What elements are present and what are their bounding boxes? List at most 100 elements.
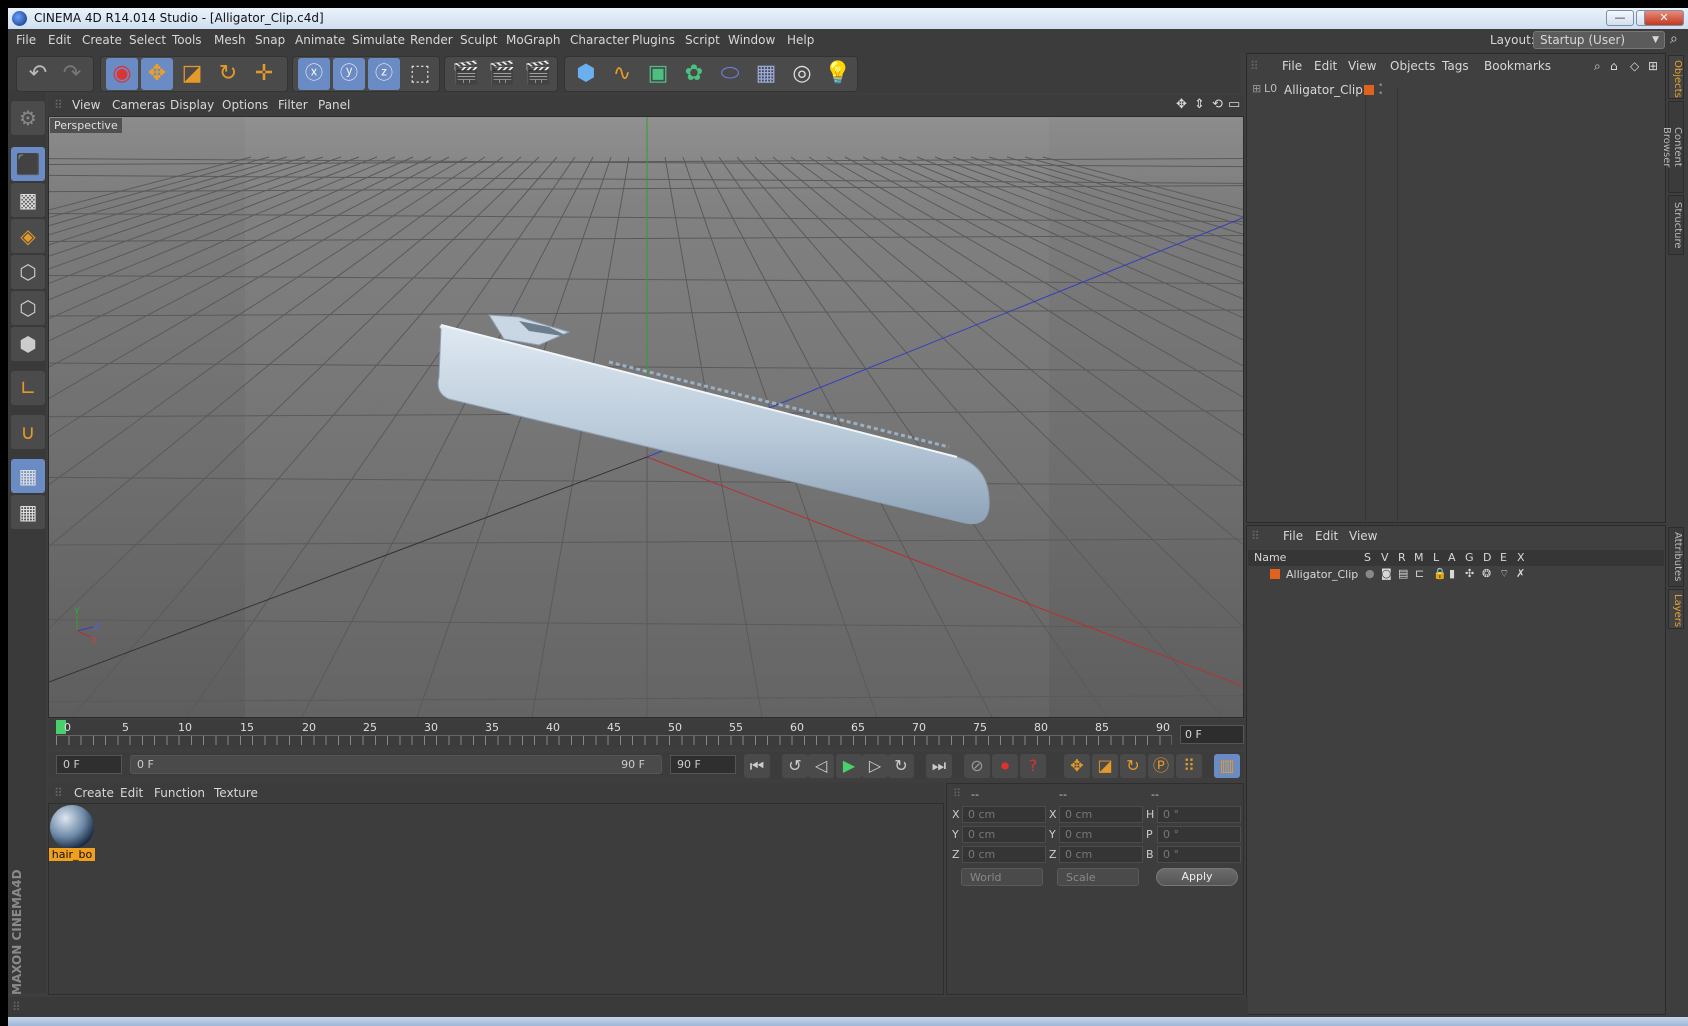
size-mode-select[interactable]: Scale: [1057, 868, 1139, 886]
obj-menu-tags[interactable]: Tags: [1442, 59, 1469, 73]
edges-mode-icon[interactable]: ⬡: [11, 291, 45, 325]
menu-file[interactable]: File: [16, 33, 36, 47]
menu-edit[interactable]: Edit: [48, 33, 71, 47]
record-active-icon[interactable]: ⏺: [992, 754, 1018, 778]
pos-x-field[interactable]: 0 cm: [962, 806, 1046, 823]
material-name[interactable]: hair_bo: [49, 848, 95, 861]
column-manager[interactable]: M: [1414, 551, 1424, 564]
animation-toggle-icon[interactable]: ▮: [1449, 567, 1455, 580]
tab-attributes[interactable]: Attributes: [1668, 527, 1684, 587]
lock-toggle-icon[interactable]: 🔒: [1433, 567, 1447, 580]
deformer-toggle-icon[interactable]: ❂: [1482, 567, 1491, 580]
model-mode-icon[interactable]: ⬛: [11, 147, 45, 181]
rot-h-field[interactable]: 0 °: [1157, 806, 1241, 823]
generator-toggle-icon[interactable]: ✣: [1465, 567, 1474, 580]
menu-mograph[interactable]: MoGraph: [506, 33, 561, 47]
start-frame-field[interactable]: 0 F: [56, 755, 122, 774]
size-y-field[interactable]: 0 cm: [1059, 826, 1143, 843]
collapse-icon[interactable]: ◇: [1630, 59, 1639, 73]
close-button[interactable]: ✕: [1644, 10, 1684, 26]
column-solo[interactable]: S: [1364, 551, 1371, 564]
deformer-icon[interactable]: ⬭: [714, 58, 746, 90]
material-manager-area[interactable]: [48, 803, 944, 995]
menu-plugins[interactable]: Plugins: [632, 33, 675, 47]
vp-menu-view[interactable]: View: [72, 98, 100, 112]
tab-objects[interactable]: Objects: [1668, 55, 1684, 99]
redo-icon[interactable]: ↷: [56, 58, 88, 90]
column-animation[interactable]: A: [1448, 551, 1456, 564]
record-settings-icon[interactable]: ⊘: [964, 754, 990, 778]
new-window-icon[interactable]: ⊞: [1648, 59, 1658, 73]
rot-b-field[interactable]: 0 °: [1157, 846, 1241, 863]
make-editable-icon[interactable]: ⚙: [11, 101, 45, 135]
live-selection-icon[interactable]: ◉: [106, 58, 138, 90]
column-locked[interactable]: L: [1433, 551, 1439, 564]
undo-icon[interactable]: ↶: [22, 58, 54, 90]
cinema4d-app-icon[interactable]: [12, 11, 27, 26]
layer-color-swatch[interactable]: [1364, 85, 1374, 95]
menu-mesh[interactable]: Mesh: [214, 33, 246, 47]
pos-z-field[interactable]: 0 cm: [962, 846, 1046, 863]
obj-menu-file[interactable]: File: [1282, 59, 1302, 73]
recent-tool-icon[interactable]: ✛: [248, 58, 280, 90]
vp-menu-cameras[interactable]: Cameras: [112, 98, 165, 112]
grip-icon[interactable]: ⠿: [54, 98, 63, 112]
obj-menu-edit[interactable]: Edit: [1314, 59, 1337, 73]
go-to-end-icon[interactable]: ⏭: [926, 754, 952, 778]
y-axis-lock-icon[interactable]: ⓨ: [333, 58, 365, 90]
mat-menu-edit[interactable]: Edit: [120, 786, 143, 800]
light-icon[interactable]: 💡: [822, 58, 854, 90]
menu-snap[interactable]: Snap: [255, 33, 285, 47]
planar-workplane-icon[interactable]: ▦: [11, 495, 45, 529]
layer-row[interactable]: Alligator_Clip ● ◙ ▤ ⊏ 🔒 ▮ ✣ ❂ ⌔ ✗: [1248, 567, 1664, 583]
go-to-start-icon[interactable]: ⏮: [744, 754, 770, 778]
layer-color-swatch[interactable]: [1270, 569, 1280, 579]
workplane-mode-icon[interactable]: ◈: [11, 219, 45, 253]
object-name[interactable]: Alligator_Clip: [1284, 83, 1404, 97]
scale-tool-icon[interactable]: ◪: [176, 58, 208, 90]
rot-p-field[interactable]: 0 °: [1157, 826, 1241, 843]
autokey-icon[interactable]: ?: [1020, 754, 1046, 778]
vp-menu-panel[interactable]: Panel: [318, 98, 350, 112]
grip-icon[interactable]: ⠿: [54, 786, 63, 800]
step-back-icon[interactable]: ◁: [808, 754, 834, 778]
render-picture-viewer-icon[interactable]: 🎬: [486, 58, 518, 90]
minimize-button[interactable]: —: [1606, 10, 1634, 26]
size-x-field[interactable]: 0 cm: [1059, 806, 1143, 823]
frame-range-slider[interactable]: 0 F 90 F: [130, 755, 662, 774]
tab-content-browser[interactable]: Content Browser: [1661, 101, 1684, 193]
magnet-icon[interactable]: ∪: [11, 415, 45, 449]
workplane-lock-icon[interactable]: ▦: [11, 459, 45, 493]
menu-animate[interactable]: Animate: [295, 33, 345, 47]
vp-menu-display[interactable]: Display: [170, 98, 214, 112]
column-expressions[interactable]: E: [1500, 551, 1507, 564]
expression-toggle-icon[interactable]: ⌔: [1499, 567, 1509, 581]
menu-tools[interactable]: Tools: [172, 33, 202, 47]
pos-y-field[interactable]: 0 cm: [962, 826, 1046, 843]
search-icon[interactable]: ⌕: [1594, 59, 1601, 74]
obj-menu-bookmarks[interactable]: Bookmarks: [1484, 59, 1551, 73]
obj-menu-view[interactable]: View: [1348, 59, 1376, 73]
column-generators[interactable]: G: [1465, 551, 1474, 564]
view-toggle-icon[interactable]: ◙: [1381, 567, 1392, 580]
coordinate-system-icon[interactable]: ⬚: [404, 58, 436, 90]
mat-menu-create[interactable]: Create: [74, 786, 114, 800]
search-icon[interactable]: ⌕: [1670, 31, 1678, 47]
expand-icon[interactable]: ⊞: [1252, 82, 1261, 95]
menu-character[interactable]: Character: [570, 33, 629, 47]
column-xref[interactable]: X: [1517, 551, 1525, 564]
menu-help[interactable]: Help: [787, 33, 814, 47]
mat-menu-texture[interactable]: Texture: [214, 786, 258, 800]
tab-layers[interactable]: Layers: [1668, 589, 1684, 629]
column-name[interactable]: Name: [1254, 551, 1286, 564]
floor-icon[interactable]: ▦: [750, 58, 782, 90]
key-parameter-icon[interactable]: Ⓟ: [1148, 754, 1174, 778]
solo-toggle-icon[interactable]: ●: [1365, 567, 1375, 580]
camera-icon[interactable]: ◎: [786, 58, 818, 90]
manager-toggle-icon[interactable]: ⊏: [1415, 567, 1424, 580]
orbit-icon[interactable]: ⟲: [1212, 97, 1223, 112]
menu-create[interactable]: Create: [82, 33, 122, 47]
menu-script[interactable]: Script: [685, 33, 720, 47]
column-deformers[interactable]: D: [1483, 551, 1491, 564]
timeline-ruler[interactable]: 0 5 10 15 20 25 30 35 40 45 50 55 60 65 …: [48, 720, 1244, 748]
